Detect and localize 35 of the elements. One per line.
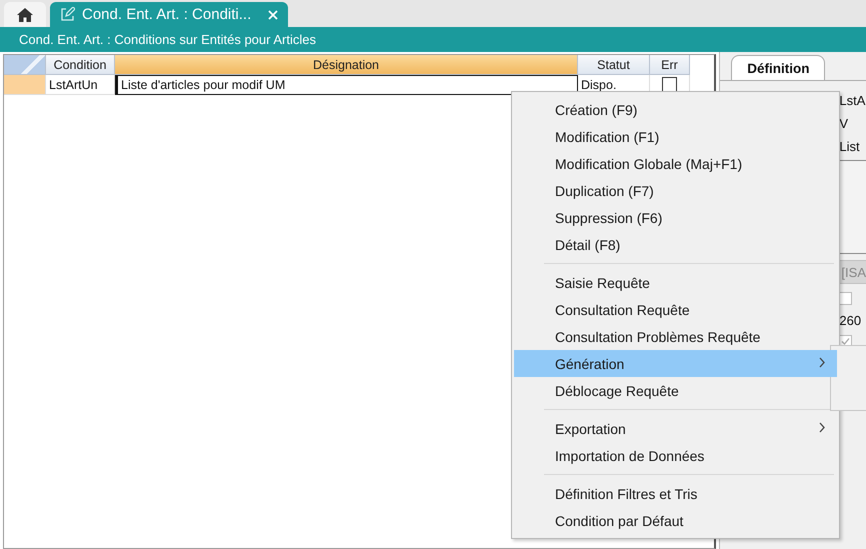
tab-label: Cond. Ent. Art. : Conditi... <box>82 6 252 23</box>
menu-item[interactable]: Modification (F1) <box>514 123 837 150</box>
version-text: V <box>839 115 850 133</box>
column-header[interactable]: Condition <box>46 55 115 75</box>
column-header[interactable]: Statut <box>578 55 650 75</box>
window-title: Cond. Ent. Art. : Conditions sur Entités pour Articles <box>19 32 316 47</box>
menu-item[interactable]: Saisie Requête <box>514 269 837 296</box>
menu-item[interactable]: Condition par Défaut <box>514 507 837 534</box>
menu-item[interactable]: Modification Globale (Maj+F1) <box>514 150 837 177</box>
menu-item[interactable]: Création (F9) <box>514 96 837 123</box>
edit-icon <box>60 7 75 22</box>
checkbox[interactable] <box>839 292 852 305</box>
column-header[interactable]: Désignation <box>115 55 578 75</box>
text-area[interactable] <box>839 160 866 254</box>
table-cell: LstArtUn <box>46 75 115 95</box>
label-text: List <box>839 138 861 156</box>
menu-item[interactable]: Définition Filtres et Tris <box>514 480 837 507</box>
home-icon <box>17 8 33 22</box>
menu-item[interactable]: Génération <box>514 350 837 377</box>
menu-item[interactable]: Suppression (F6) <box>514 204 837 231</box>
number-text: 260 <box>839 312 862 330</box>
code-text: LstA <box>839 92 866 110</box>
menu-item[interactable]: Duplication (F7) <box>514 177 837 204</box>
column-header[interactable]: Err <box>650 55 690 75</box>
menu-item[interactable]: Importation de Données <box>514 442 837 469</box>
menu-item[interactable]: Consultation Requête <box>514 296 837 323</box>
home-tab[interactable] <box>4 2 46 27</box>
menu-item[interactable]: Détail (F8) <box>514 231 837 258</box>
close-icon[interactable] <box>268 10 278 20</box>
menu-item[interactable]: Exportation <box>514 415 837 442</box>
menu-item[interactable]: Consultation Problèmes Requête <box>514 323 837 350</box>
select-all-corner[interactable] <box>4 55 46 75</box>
checkbox[interactable] <box>662 77 677 92</box>
menu-item[interactable]: Déblocage Requête <box>514 377 837 404</box>
definition-tab[interactable]: Définition <box>731 55 826 80</box>
